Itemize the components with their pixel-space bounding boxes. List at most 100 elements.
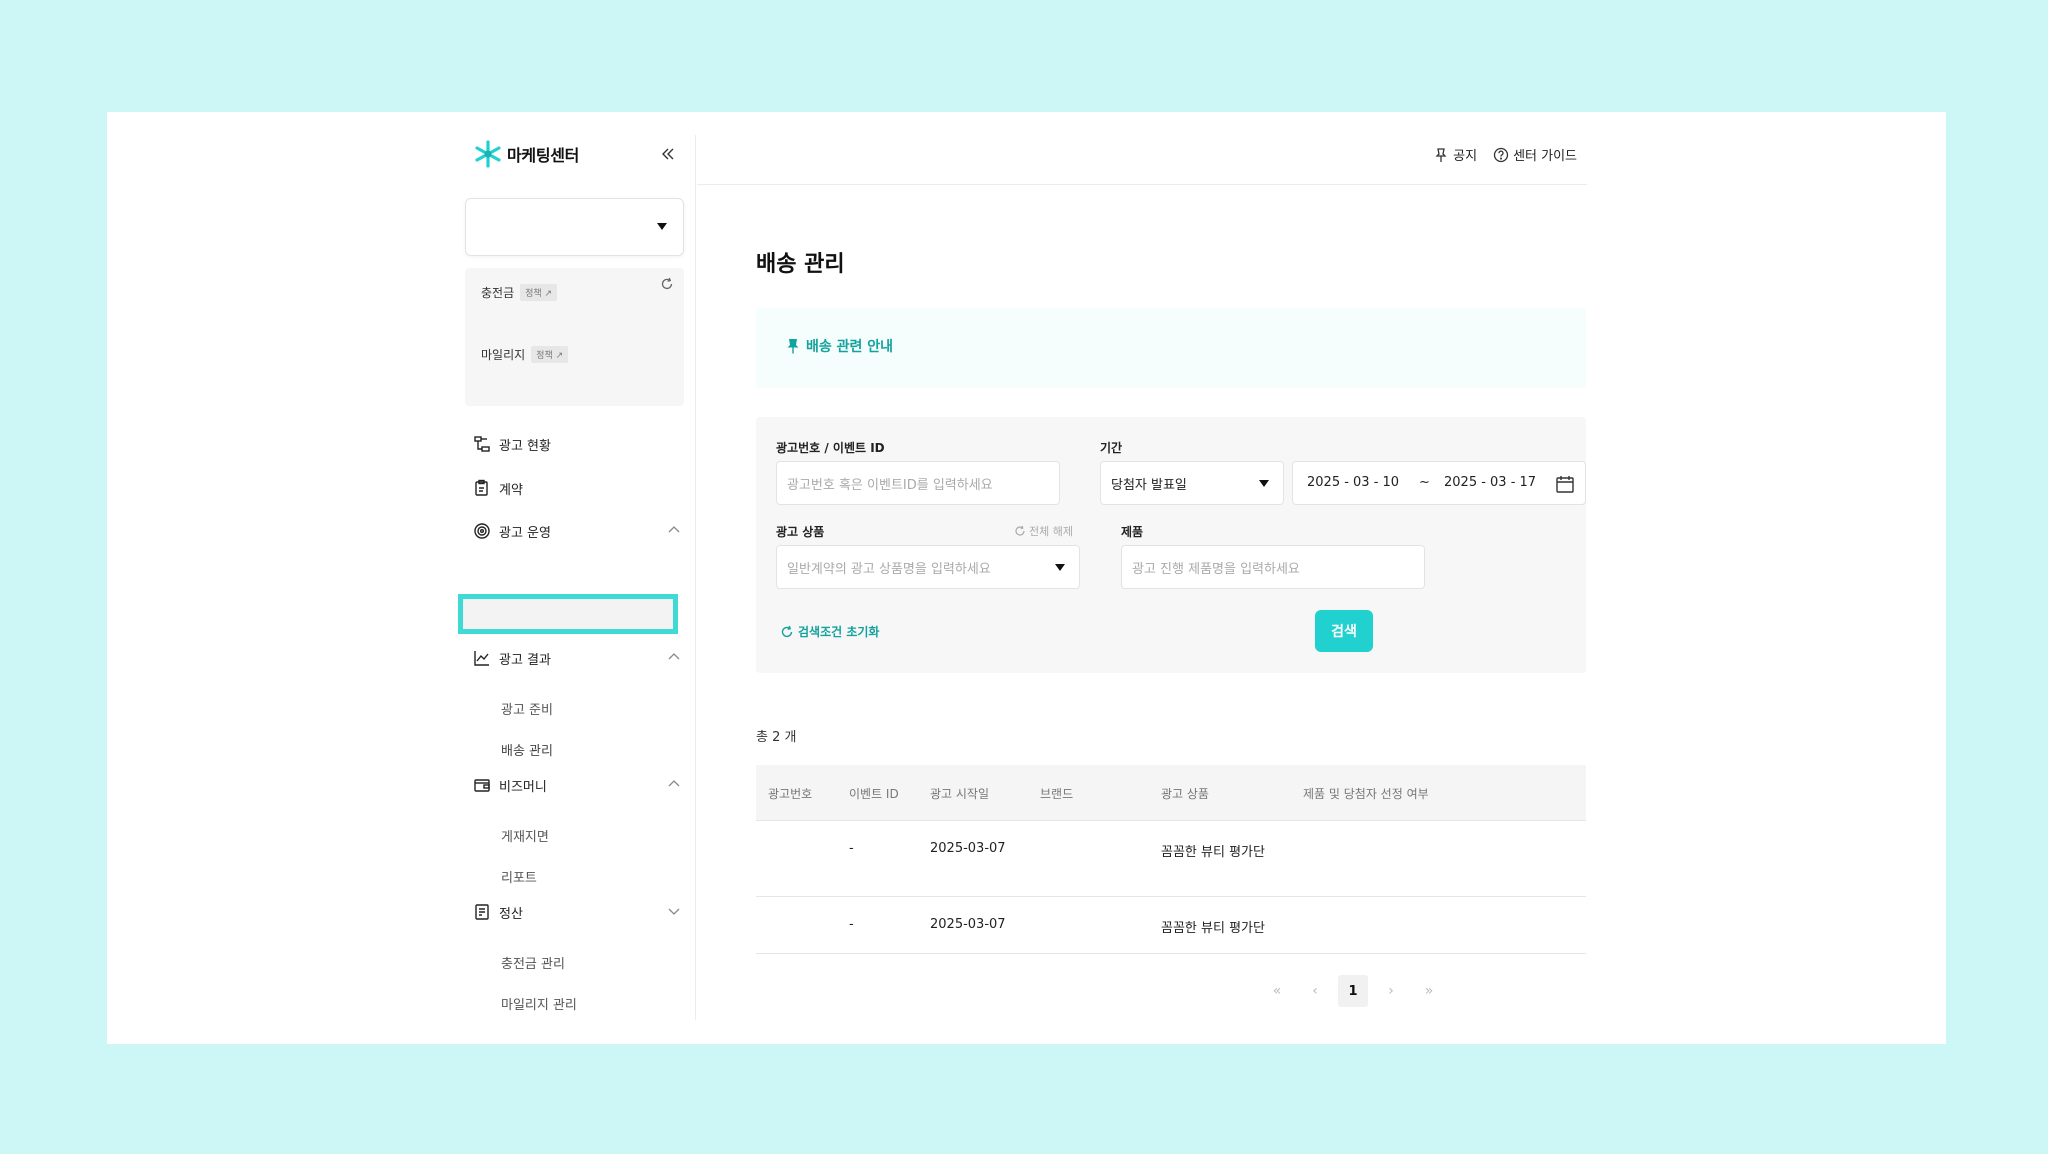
line-chart-icon bbox=[474, 651, 489, 666]
ad-id-label: 광고번호 / 이벤트 ID bbox=[776, 441, 885, 455]
refresh-icon bbox=[1015, 525, 1025, 536]
period-type-value: 당첨자 발표일 bbox=[1111, 477, 1187, 493]
page-number-current[interactable]: 1 bbox=[1338, 975, 1368, 1007]
sidebar-item-label: 광고 결과 bbox=[499, 652, 551, 668]
column-header: 브랜드 bbox=[1040, 787, 1074, 801]
flow-chart-icon bbox=[474, 436, 490, 452]
table-row[interactable]: - 2025-03-07 꼼꼼한 뷰티 평가단 bbox=[756, 821, 1586, 897]
wallet-icon bbox=[474, 779, 490, 792]
search-button[interactable]: 검색 bbox=[1315, 610, 1373, 652]
clear-all-button[interactable]: 전체 해제 bbox=[1014, 523, 1073, 539]
ad-product-select[interactable]: 일반계약의 광고 상품명을 입력하세요 bbox=[776, 545, 1080, 589]
sidebar-item-charge-mgmt[interactable]: 충전금 관리 bbox=[501, 953, 565, 972]
sidebar-item-delivery-mgmt[interactable]: 배송 관리 bbox=[501, 740, 553, 759]
item-label: 제품 bbox=[1121, 525, 1144, 539]
page-title: 배송 관리 bbox=[756, 252, 845, 277]
sidebar-item-ad-ops[interactable]: 광고 운영 bbox=[473, 518, 683, 544]
sidebar-item-label: 광고 운영 bbox=[499, 525, 551, 541]
next-page-button[interactable]: › bbox=[1376, 975, 1406, 1007]
sidebar-item-label: 비즈머니 bbox=[499, 779, 547, 795]
receipt-icon bbox=[475, 904, 489, 920]
sidebar: 마케팅센터 충전금 정책 ↗ 마일리지 정책 ↗ 광고 현황 계약 광고 운영 … bbox=[458, 135, 696, 1020]
prev-page-button[interactable]: ‹ bbox=[1300, 975, 1330, 1007]
refresh-icon bbox=[781, 625, 793, 637]
sidebar-item-bizmoney[interactable]: 비즈머니 bbox=[473, 772, 683, 798]
refresh-button[interactable] bbox=[660, 276, 674, 295]
sidebar-item-ad-results[interactable]: 광고 결과 bbox=[473, 645, 683, 671]
sidebar-item-ad-prep[interactable]: 광고 준비 bbox=[501, 699, 553, 718]
item-input[interactable]: 광고 진행 제품명을 입력하세요 bbox=[1121, 545, 1425, 589]
sidebar-item-label: 광고 현황 bbox=[499, 438, 551, 454]
reset-filters-button[interactable]: 검색조건 초기화 bbox=[780, 623, 879, 640]
notice-link[interactable]: 공지 bbox=[1433, 145, 1477, 164]
logo-text: 마케팅센터 bbox=[507, 146, 580, 165]
ad-id-placeholder: 광고번호 혹은 이벤트ID를 입력하세요 bbox=[787, 477, 993, 493]
ad-product-placeholder: 일반계약의 광고 상품명을 입력하세요 bbox=[787, 561, 991, 577]
table-row[interactable]: - 2025-03-07 꼼꼼한 뷰티 평가단 bbox=[756, 897, 1586, 954]
notice-link-label: 공지 bbox=[1453, 149, 1478, 164]
mileage-balance-row: 마일리지 정책 ↗ bbox=[481, 346, 569, 363]
caret-down-icon bbox=[1259, 480, 1269, 487]
logo-icon bbox=[475, 140, 501, 168]
chevron-up-icon bbox=[668, 780, 680, 787]
caret-down-icon bbox=[657, 223, 667, 230]
start-date-cell: 2025-03-07 bbox=[930, 841, 1006, 856]
table-header: 광고번호 이벤트 ID 광고 시작일 브랜드 광고 상품 제품 및 당첨자 선정… bbox=[756, 765, 1586, 821]
delivery-notice-link[interactable]: 배송 관련 안내 bbox=[786, 336, 893, 356]
mileage-policy-link[interactable]: 정책 ↗ bbox=[531, 346, 569, 363]
refresh-icon bbox=[661, 277, 673, 290]
caret-down-icon bbox=[1055, 564, 1065, 571]
pin-icon bbox=[787, 339, 799, 354]
search-filter-panel: 광고번호 / 이벤트 ID 광고번호 혹은 이벤트ID를 입력하세요 기간 당첨… bbox=[756, 417, 1586, 673]
center-guide-label: 센터 가이드 bbox=[1513, 149, 1577, 164]
ad-product-label: 광고 상품 bbox=[776, 525, 825, 539]
column-header: 광고 시작일 bbox=[930, 787, 990, 801]
product-cell: 꼼꼼한 뷰티 평가단 bbox=[1161, 921, 1265, 936]
event-id-cell: - bbox=[849, 917, 854, 932]
charge-policy-link[interactable]: 정책 ↗ bbox=[520, 284, 558, 301]
clipboard-icon bbox=[475, 479, 488, 496]
total-count: 총 2 개 bbox=[756, 730, 797, 745]
mileage-label: 마일리지 bbox=[481, 348, 526, 362]
chevron-down-icon bbox=[668, 908, 680, 915]
date-range-picker[interactable]: 2025 - 03 - 10 ~ 2025 - 03 - 17 bbox=[1292, 461, 1586, 505]
center-guide-link[interactable]: 센터 가이드 bbox=[1493, 145, 1577, 164]
pagination: « ‹ 1 › » bbox=[1262, 975, 1444, 1007]
logo[interactable]: 마케팅센터 bbox=[473, 139, 579, 169]
date-start: 2025 - 03 - 10 bbox=[1307, 475, 1400, 490]
charge-balance-row: 충전금 정책 ↗ bbox=[481, 284, 558, 301]
reset-filters-label: 검색조건 초기화 bbox=[798, 625, 880, 639]
collapse-sidebar-button[interactable] bbox=[655, 141, 681, 167]
top-links: 공지 센터 가이드 bbox=[1433, 145, 1577, 164]
period-type-select[interactable]: 당첨자 발표일 bbox=[1100, 461, 1284, 505]
account-select[interactable] bbox=[465, 198, 684, 256]
sidebar-item-report[interactable]: 리포트 bbox=[501, 867, 537, 886]
sidebar-item-placement[interactable]: 게재지면 bbox=[501, 826, 549, 845]
period-label: 기간 bbox=[1100, 441, 1123, 455]
double-chevron-left-icon bbox=[662, 148, 674, 160]
last-page-button[interactable]: » bbox=[1414, 975, 1444, 1007]
sidebar-item-contract[interactable]: 계약 bbox=[473, 475, 683, 501]
event-id-cell: - bbox=[849, 841, 854, 856]
chevron-up-icon bbox=[668, 653, 680, 660]
target-icon bbox=[474, 523, 490, 539]
sidebar-item-label: 계약 bbox=[499, 482, 523, 498]
item-placeholder: 광고 진행 제품명을 입력하세요 bbox=[1132, 561, 1300, 577]
column-header: 제품 및 당첨자 선정 여부 bbox=[1303, 787, 1429, 801]
sidebar-item-label: 정산 bbox=[499, 906, 523, 922]
delivery-table: 광고번호 이벤트 ID 광고 시작일 브랜드 광고 상품 제품 및 당첨자 선정… bbox=[756, 765, 1586, 954]
sidebar-item-ad-status[interactable]: 광고 현황 bbox=[473, 431, 683, 457]
pin-icon bbox=[1435, 147, 1447, 162]
sidebar-item-settlement[interactable]: 정산 bbox=[473, 899, 683, 925]
balance-panel: 충전금 정책 ↗ 마일리지 정책 ↗ bbox=[465, 268, 684, 406]
help-circle-icon bbox=[1493, 147, 1509, 162]
sidebar-item-mileage-mgmt[interactable]: 마일리지 관리 bbox=[501, 994, 577, 1013]
charge-label: 충전금 bbox=[481, 286, 515, 300]
product-cell: 꼼꼼한 뷰티 평가단 bbox=[1161, 845, 1265, 860]
delivery-notice-text: 배송 관련 안내 bbox=[806, 339, 894, 355]
clear-all-label: 전체 해제 bbox=[1029, 525, 1073, 538]
ad-id-input[interactable]: 광고번호 혹은 이벤트ID를 입력하세요 bbox=[776, 461, 1060, 505]
start-date-cell: 2025-03-07 bbox=[930, 917, 1006, 932]
first-page-button[interactable]: « bbox=[1262, 975, 1292, 1007]
date-separator: ~ bbox=[1419, 475, 1430, 490]
